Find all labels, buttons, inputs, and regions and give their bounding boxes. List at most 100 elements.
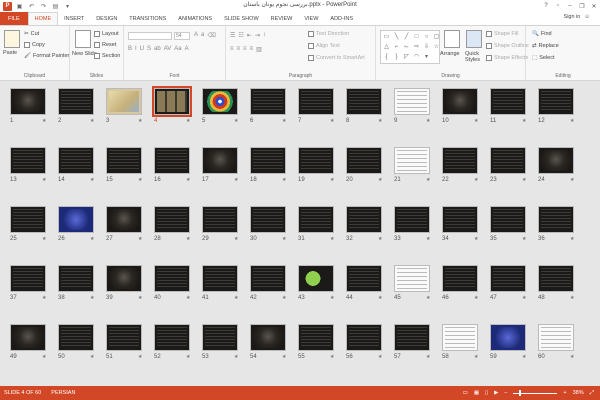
slide-thumbnail[interactable]: [394, 324, 430, 351]
tab-transitions[interactable]: TRANSITIONS: [123, 12, 172, 25]
transition-star-icon[interactable]: ★: [570, 295, 574, 301]
align-right-icon[interactable]: ≡: [243, 46, 247, 53]
slide-thumbnail[interactable]: [10, 265, 46, 292]
transition-star-icon[interactable]: ★: [186, 354, 190, 360]
arc-shape-icon[interactable]: ◠: [412, 52, 421, 61]
slideshow-view-icon[interactable]: ▶: [494, 390, 498, 396]
slide-thumbnail[interactable]: [154, 206, 190, 233]
help-icon[interactable]: ?: [540, 0, 552, 12]
slide-thumbnail[interactable]: [298, 324, 334, 351]
slide-thumbnail[interactable]: [10, 206, 46, 233]
transition-star-icon[interactable]: ★: [522, 295, 526, 301]
slide-thumbnail[interactable]: [154, 147, 190, 174]
transition-star-icon[interactable]: ★: [330, 295, 334, 301]
transition-star-icon[interactable]: ★: [378, 295, 382, 301]
slide-thumbnail[interactable]: [538, 206, 574, 233]
transition-star-icon[interactable]: ★: [90, 354, 94, 360]
transition-star-icon[interactable]: ★: [234, 118, 238, 124]
slide-thumbnail[interactable]: [346, 147, 382, 174]
customize-qat-icon[interactable]: ▾: [63, 2, 72, 11]
grow-font-icon[interactable]: A: [194, 32, 198, 39]
slide-thumbnail[interactable]: [58, 206, 94, 233]
transition-star-icon[interactable]: ★: [186, 295, 190, 301]
transition-star-icon[interactable]: ★: [234, 295, 238, 301]
slide-thumbnail[interactable]: [346, 324, 382, 351]
transition-star-icon[interactable]: ★: [282, 236, 286, 242]
transition-star-icon[interactable]: ★: [138, 354, 142, 360]
transition-star-icon[interactable]: ★: [90, 118, 94, 124]
transition-star-icon[interactable]: ★: [570, 118, 574, 124]
align-center-icon[interactable]: ≡: [237, 46, 241, 53]
slide-thumbnail[interactable]: [442, 324, 478, 351]
cut-button[interactable]: ✂ Cut: [24, 31, 39, 37]
transition-star-icon[interactable]: ★: [234, 236, 238, 242]
shape-effects-button[interactable]: Shape Effects: [486, 55, 528, 61]
slide-sorter-view-icon[interactable]: ▦: [474, 390, 479, 396]
minimize-icon[interactable]: –: [564, 0, 576, 12]
bullets-icon[interactable]: ☰: [230, 32, 235, 39]
star-shape-icon[interactable]: ☆: [432, 42, 441, 51]
transition-star-icon[interactable]: ★: [234, 177, 238, 183]
text-box-shape-icon[interactable]: ▭: [382, 32, 391, 41]
slide-thumbnail[interactable]: [490, 147, 526, 174]
arrange-icon[interactable]: [444, 30, 460, 48]
signin-link[interactable]: Sign in: [564, 14, 581, 20]
transition-star-icon[interactable]: ★: [138, 177, 142, 183]
slide-thumbnail[interactable]: [152, 86, 192, 117]
slide-thumbnail[interactable]: [106, 265, 142, 292]
fit-slide-icon[interactable]: ⤢: [590, 390, 594, 397]
slide-thumbnail[interactable]: [106, 147, 142, 174]
zoom-slider[interactable]: [513, 389, 558, 396]
zoom-level[interactable]: 38%: [573, 390, 584, 396]
font-color-icon[interactable]: A: [185, 46, 189, 52]
transition-star-icon[interactable]: ★: [282, 354, 286, 360]
slide-thumbnail[interactable]: [538, 324, 574, 351]
quick-styles-icon[interactable]: [466, 30, 482, 48]
slide-thumbnail[interactable]: [490, 265, 526, 292]
slide-thumbnail[interactable]: [346, 206, 382, 233]
transition-star-icon[interactable]: ★: [138, 295, 142, 301]
transition-star-icon[interactable]: ★: [42, 354, 46, 360]
arrange-button[interactable]: Arrange: [440, 51, 460, 57]
restore-icon[interactable]: ❐: [576, 0, 588, 12]
slide-thumbnail[interactable]: [298, 265, 334, 292]
slide-thumbnail[interactable]: [250, 147, 286, 174]
clear-format-icon[interactable]: ⌫: [207, 32, 215, 39]
slide-thumbnail[interactable]: [490, 206, 526, 233]
transition-star-icon[interactable]: ★: [282, 295, 286, 301]
section-button[interactable]: Section: [94, 53, 120, 59]
transition-star-icon[interactable]: ★: [138, 118, 142, 124]
smiley-icon[interactable]: ☺: [584, 14, 590, 20]
transition-star-icon[interactable]: ★: [42, 177, 46, 183]
slide-thumbnail[interactable]: [298, 206, 334, 233]
arrow-down-shape-icon[interactable]: ⇩: [422, 42, 431, 51]
transition-star-icon[interactable]: ★: [330, 177, 334, 183]
tab-slide-show[interactable]: SLIDE SHOW: [218, 12, 265, 25]
transition-star-icon[interactable]: ★: [330, 236, 334, 242]
slide-thumbnail[interactable]: [58, 265, 94, 292]
slide-thumbnail[interactable]: [346, 88, 382, 115]
zoom-in-icon[interactable]: +: [563, 390, 566, 396]
spacing-icon[interactable]: AV: [164, 46, 172, 52]
save-icon[interactable]: ▣: [15, 2, 24, 11]
slide-thumbnail[interactable]: [154, 324, 190, 351]
slide-thumbnail[interactable]: [202, 324, 238, 351]
transition-star-icon[interactable]: ★: [378, 236, 382, 242]
slide-thumbnail[interactable]: [202, 206, 238, 233]
elbow-shape-icon[interactable]: ⌐: [392, 42, 401, 51]
shapes-gallery[interactable]: ▭ ╲ ╱ □ ○ ▢ △ ⌐ ⌙ ⇨ ⇩ ☆ { } ◸ ◠ ▾: [380, 30, 440, 64]
align-text-button[interactable]: Align Text: [308, 43, 340, 49]
normal-view-icon[interactable]: ▭: [463, 390, 468, 396]
transition-star-icon[interactable]: ★: [90, 236, 94, 242]
tab-design[interactable]: DESIGN: [90, 12, 123, 25]
transition-star-icon[interactable]: ★: [474, 236, 478, 242]
transition-star-icon[interactable]: ★: [426, 236, 430, 242]
shrink-font-icon[interactable]: a: [201, 32, 204, 39]
slide-thumbnail[interactable]: [442, 206, 478, 233]
layout-button[interactable]: Layout: [94, 31, 119, 37]
slide-thumbnail[interactable]: [58, 147, 94, 174]
slide-thumbnail[interactable]: [202, 265, 238, 292]
transition-star-icon[interactable]: ★: [522, 177, 526, 183]
slide-thumbnail[interactable]: [442, 147, 478, 174]
transition-star-icon[interactable]: ★: [426, 295, 430, 301]
